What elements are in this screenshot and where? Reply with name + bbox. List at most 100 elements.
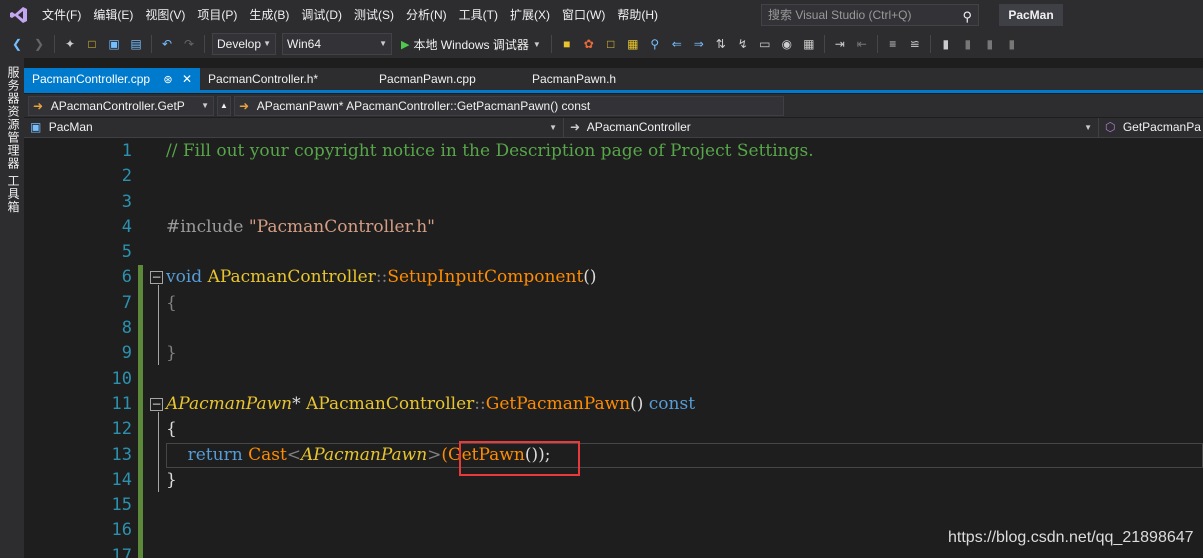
menu-view[interactable]: 视图(V) (139, 0, 191, 30)
line-number: 2 (121, 166, 132, 187)
line-number: 10 (111, 368, 132, 389)
toolbar-separator (876, 35, 878, 53)
tab-pacmancontroller-h[interactable]: PacmanController.h* (200, 68, 371, 90)
function-name: GetPacmanPawn (485, 393, 631, 414)
prev-bookmark-icon[interactable]: ▮ (960, 36, 976, 52)
indent-icon[interactable]: ⇥ (832, 36, 848, 52)
sort-icon[interactable]: ⇅ (713, 36, 729, 52)
line-number: 13 (111, 444, 132, 465)
code-line: } (166, 468, 1203, 493)
window-icon[interactable]: ▭ (757, 36, 773, 52)
line-number: 5 (121, 242, 132, 263)
code-line: − void APacmanController::SetupInputCompo… (150, 265, 1203, 290)
save-all-icon[interactable]: ▤ (128, 36, 144, 52)
bookmark-icon[interactable]: ▮ (938, 36, 954, 52)
search-tool-icon[interactable]: ⚲ (647, 36, 663, 52)
save-icon[interactable]: ▣ (106, 36, 122, 52)
open-folder-icon[interactable]: □ (84, 36, 100, 52)
fold-guide (158, 412, 159, 492)
solution-config-dropdown[interactable]: Develop ▼ (212, 33, 276, 55)
tab-pacmancontroller-cpp[interactable]: PacmanController.cpp ⊛ ✕ (24, 68, 201, 90)
type-name: APacmanPawn (166, 393, 293, 414)
code-editor[interactable]: 1 2 3 4 5 6 7 8 9 10 11 12 13 14 15 16 1… (24, 139, 1203, 558)
comment-icon[interactable]: ≡ (885, 36, 901, 52)
code-line: { (166, 417, 1203, 442)
menu-extensions[interactable]: 扩展(X) (504, 0, 556, 30)
uncomment-icon[interactable]: ≌ (907, 36, 923, 52)
visual-studio-logo-icon[interactable] (6, 0, 32, 30)
scope-dropdown[interactable]: ➜ APacmanController.GetP ▼ (28, 95, 214, 116)
search-icon: ⚲ (962, 9, 972, 24)
code-line: return Cast<APacmanPawn>(GetPawn()); (166, 443, 1203, 468)
menu-edit[interactable]: 编辑(E) (87, 0, 139, 30)
menu-build[interactable]: 生成(B) (243, 0, 295, 30)
clear-bookmarks-icon[interactable]: ▮ (1004, 36, 1020, 52)
member-value: APacmanPawn* APacmanController::GetPacma… (256, 98, 591, 113)
chevron-down-icon: ▼ (263, 39, 271, 48)
attach-icon[interactable]: ■ (559, 36, 575, 52)
step-icon[interactable]: ↯ (735, 36, 751, 52)
next-bookmark-icon[interactable]: ▮ (982, 36, 998, 52)
tab-label: PacmanPawn.cpp (379, 72, 476, 86)
undo-icon[interactable]: ↶ (159, 36, 175, 52)
collapse-icon[interactable]: − (150, 271, 163, 285)
menu-file[interactable]: 文件(F) (36, 0, 87, 30)
tab-pacmanpawn-h[interactable]: PacmanPawn.h (524, 68, 624, 90)
menu-help[interactable]: 帮助(H) (611, 0, 664, 30)
navigate-back-icon[interactable]: ⇐ (669, 36, 685, 52)
bug-icon[interactable]: ✿ (581, 36, 597, 52)
code-line: // Fill out your copyright notice in the… (166, 139, 1203, 164)
annotation-highlight-box (459, 441, 580, 476)
class-dropdown[interactable]: ➜ APacmanController ▼ (564, 118, 1099, 137)
layout-icon[interactable]: ▦ (801, 36, 817, 52)
code-line: { (166, 291, 1203, 316)
code-text[interactable]: // Fill out your copyright notice in the… (150, 139, 1203, 558)
new-item-icon[interactable]: ✦ (62, 36, 78, 52)
line-number: 12 (111, 419, 132, 440)
tab-pacmanpawn-cpp[interactable]: PacmanPawn.cpp (371, 68, 524, 90)
tab-label: PacmanPawn.h (532, 72, 617, 86)
outdent-icon[interactable]: ⇤ (854, 36, 870, 52)
server-explorer-toolbox-tab[interactable]: 服务器资源管理器 工具箱 (5, 66, 22, 213)
close-icon[interactable]: ✕ (182, 72, 192, 86)
start-debugging-button[interactable]: ▶ 本地 Windows 调试器 ▼ (401, 36, 541, 53)
chevron-down-icon: ▼ (549, 123, 557, 132)
project-dropdown[interactable]: ▣ PacMan ▼ (24, 118, 564, 137)
chevron-down-icon: ▼ (1084, 123, 1092, 132)
menu-project[interactable]: 项目(P) (191, 0, 243, 30)
search-input[interactable]: 搜索 Visual Studio (Ctrl+Q) ⚲ (761, 4, 979, 26)
back-icon[interactable]: ❮ (9, 36, 25, 52)
pin-icon[interactable]: ⊛ (163, 74, 172, 86)
menu-test[interactable]: 测试(S) (348, 0, 400, 30)
member-dropdown[interactable]: ➜ APacmanPawn* APacmanController::GetPac… (234, 95, 784, 116)
menu-debug[interactable]: 调试(D) (295, 0, 348, 30)
function-dropdown[interactable]: ⬡ GetPacmanPa (1099, 118, 1203, 137)
menu-window[interactable]: 窗口(W) (556, 0, 611, 30)
platform-dropdown[interactable]: Win64 ▼ (282, 33, 392, 55)
menu-analyze[interactable]: 分析(N) (400, 0, 453, 30)
find-icon[interactable]: ▦ (625, 36, 641, 52)
menu-bar: 文件(F) 编辑(E) 视图(V) 项目(P) 生成(B) 调试(D) 测试(S… (0, 0, 1203, 30)
menu-tools[interactable]: 工具(T) (453, 0, 504, 30)
folder-icon[interactable]: □ (603, 36, 619, 52)
forward-icon[interactable]: ❯ (31, 36, 47, 52)
template-close: > (427, 444, 442, 465)
line-number: 8 (121, 318, 132, 339)
line-number: 15 (111, 495, 132, 516)
parens: () (583, 267, 597, 288)
scope-operator: :: (474, 393, 486, 414)
type-name: APacmanPawn (301, 444, 428, 465)
line-numbers: 1 2 3 4 5 6 7 8 9 10 11 12 13 14 15 16 1… (54, 139, 134, 558)
navigate-forward-icon[interactable]: ⇒ (691, 36, 707, 52)
tab-label: PacmanController.h* (208, 72, 319, 86)
tab-label: PacmanController.cpp (32, 72, 151, 86)
redo-icon[interactable]: ↷ (181, 36, 197, 52)
collapse-icon[interactable]: − (150, 397, 163, 411)
breakpoint-icon[interactable]: ◉ (779, 36, 795, 52)
keyword: void (166, 267, 203, 288)
scope-bar: ▣ PacMan ▼ ➜ APacmanController ▼ ⬡ GetPa… (24, 118, 1203, 138)
function-name: SetupInputComponent (387, 267, 584, 288)
scope-spinner[interactable]: ▲ (217, 95, 231, 116)
